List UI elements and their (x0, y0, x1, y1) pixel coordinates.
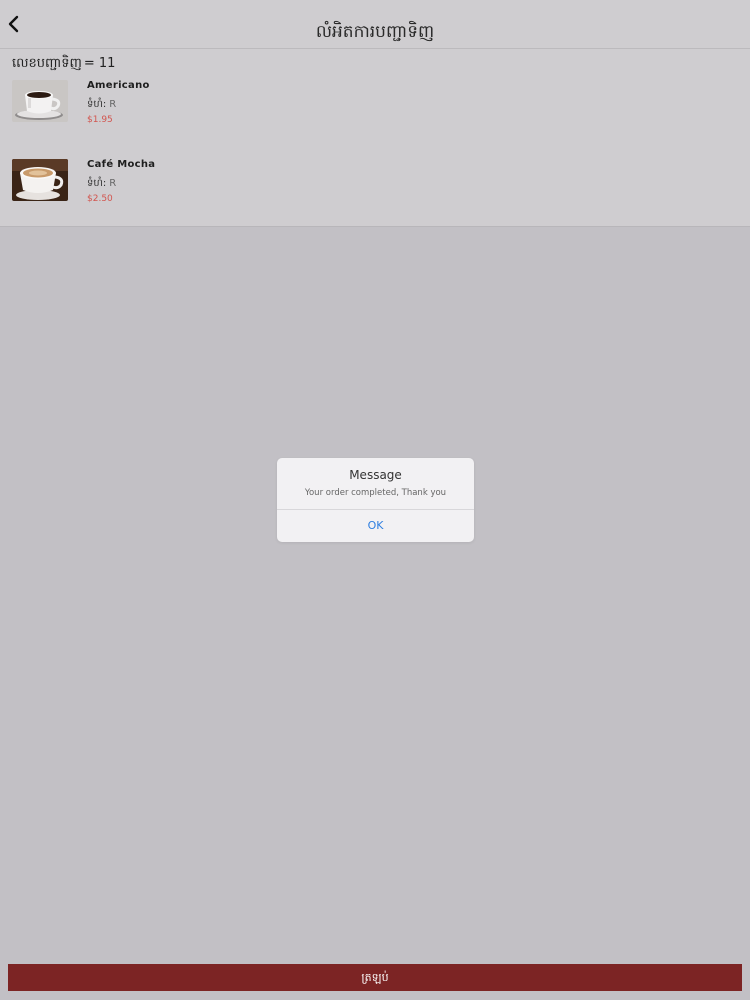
cafe-mocha-image (12, 159, 68, 201)
page-title: លំអិតការបញ្ជាទិញ (315, 22, 435, 42)
item-size-value: R (109, 99, 117, 110)
message-dialog: Message Your order completed, Thank you … (277, 458, 474, 542)
americano-image (12, 80, 68, 122)
item-name: Café Mocha (87, 159, 156, 170)
modal-overlay (0, 227, 750, 953)
coffee-cup-image (12, 80, 68, 122)
ok-button[interactable]: OK (277, 510, 474, 542)
app-screen: លំអិតការបញ្ជាទិញ លេខបញ្ជាទិញ = 11 America… (0, 0, 750, 1000)
order-item[interactable]: Café Mocha ទំហំ: R $2.50 (12, 159, 412, 215)
item-size-label: ទំហំ: (87, 178, 107, 189)
item-size-value: R (109, 178, 117, 189)
order-number-label: លេខបញ្ជាទិញ (12, 56, 82, 71)
order-summary-panel: លេខបញ្ជាទិញ = 11 Americano ទំហំ: R $1.95… (0, 49, 750, 227)
item-size-label: ទំហំ: (87, 99, 107, 110)
item-price: $1.95 (87, 115, 113, 125)
dialog-message: Your order completed, Thank you (304, 488, 447, 498)
order-item[interactable]: Americano ទំហំ: R $1.95 (12, 80, 412, 136)
return-button[interactable]: ត្រឡប់ (8, 964, 742, 991)
item-name: Americano (87, 80, 150, 91)
item-size: ទំហំ: R (87, 176, 116, 191)
top-bar: លំអិតការបញ្ជាទិញ (0, 0, 750, 49)
dialog-title: Message (349, 468, 402, 482)
bottom-bar: ត្រឡប់ (0, 953, 750, 1000)
item-price: $2.50 (87, 194, 113, 204)
order-number-value: = 11 (83, 56, 116, 71)
coffee-cup-image (12, 159, 68, 201)
item-size: ទំហំ: R (87, 97, 116, 112)
order-number: លេខបញ្ជាទិញ = 11 (12, 55, 115, 74)
